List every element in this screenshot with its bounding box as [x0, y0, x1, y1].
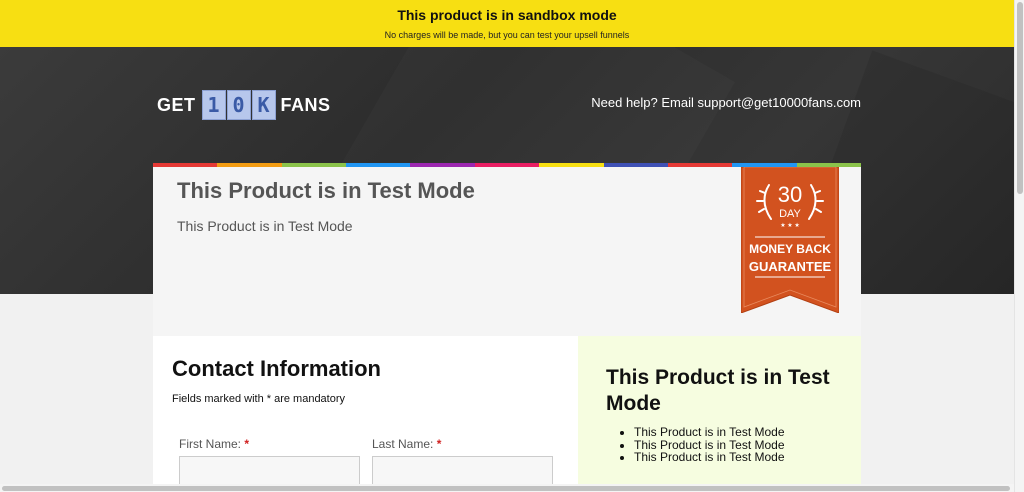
logo-tile: K: [251, 90, 276, 120]
first-name-label: First Name: *: [179, 437, 249, 451]
mandatory-fields-note: Fields marked with * are mandatory: [172, 393, 346, 405]
product-description: This Product is in Test Mode: [177, 218, 353, 234]
summary-title: This Product is in Test Mode: [606, 366, 830, 415]
required-mark: *: [244, 437, 250, 451]
site-logo[interactable]: GET 1 0 K FANS: [157, 89, 331, 121]
logo-counter-tiles: 1 0 K: [201, 90, 277, 120]
logo-prefix: GET: [157, 94, 196, 115]
list-item: This Product is in Test Mode: [634, 426, 785, 439]
last-name-input[interactable]: [372, 456, 553, 486]
logo-tile: 0: [226, 90, 251, 120]
badge-day-label: DAY: [779, 208, 801, 220]
horizontal-scrollbar[interactable]: [0, 484, 1014, 492]
contact-title: Contact Information: [172, 356, 381, 381]
logo-tile: 1: [201, 90, 226, 120]
required-mark: *: [436, 437, 442, 451]
sandbox-banner-subtitle: No charges will be made, but you can tes…: [384, 30, 630, 40]
vertical-scrollbar-thumb[interactable]: [1017, 2, 1023, 194]
first-name-label-text: First Name:: [179, 437, 242, 451]
last-name-label: Last Name: *: [372, 437, 441, 451]
order-summary-panel: This Product is in Test Mode This Produc…: [578, 336, 861, 484]
badge-line2: GUARANTEE: [749, 259, 832, 274]
badge-days: 30: [778, 182, 802, 207]
help-contact-text[interactable]: Need help? Email support@get10000fans.co…: [591, 95, 861, 110]
first-name-input[interactable]: [179, 456, 360, 486]
sandbox-banner-title: This product is in sandbox mode: [397, 7, 617, 23]
stars-icon: ★ ★ ★: [780, 222, 799, 229]
summary-list: This Product is in Test Mode This Produc…: [634, 426, 785, 464]
logo-suffix: FANS: [280, 94, 331, 115]
sandbox-banner: This product is in sandbox mode No charg…: [0, 0, 1014, 47]
last-name-label-text: Last Name:: [372, 437, 434, 451]
vertical-scrollbar[interactable]: [1014, 0, 1024, 492]
badge-line1: MONEY BACK: [749, 242, 831, 256]
list-item: This Product is in Test Mode: [634, 451, 785, 464]
product-title: This Product is in Test Mode: [177, 178, 475, 203]
horizontal-scrollbar-thumb[interactable]: [2, 486, 1010, 491]
contact-form-section: Contact Information Fields marked with *…: [153, 336, 578, 486]
money-back-guarantee-badge: 30 DAY ★ ★ ★ MONEY BACK GUARANTEE: [741, 167, 839, 313]
